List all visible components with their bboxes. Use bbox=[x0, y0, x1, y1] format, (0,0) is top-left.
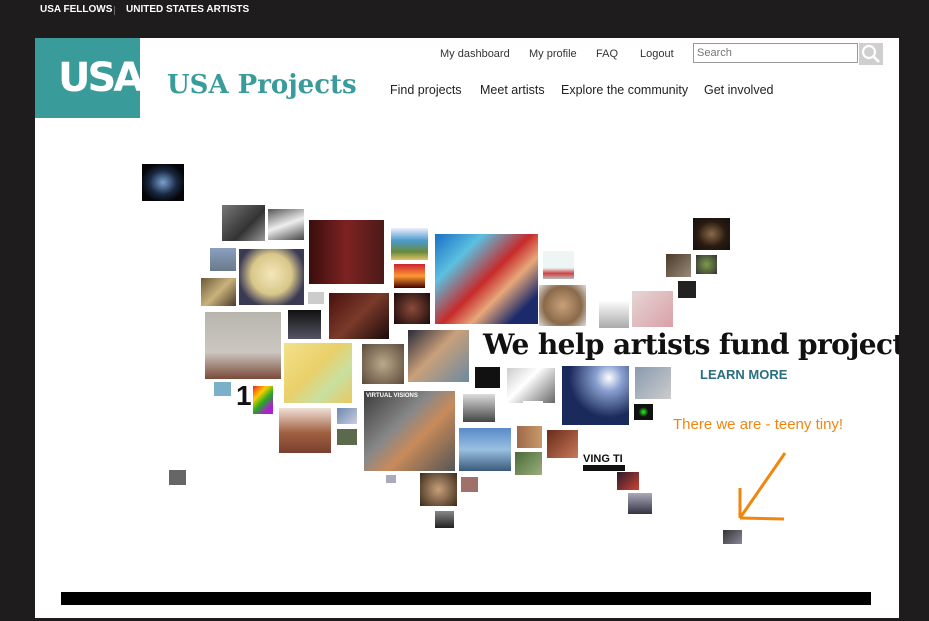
project-thumbnail[interactable] bbox=[142, 164, 184, 201]
project-thumbnail[interactable] bbox=[205, 312, 281, 379]
project-thumbnail[interactable] bbox=[201, 278, 236, 306]
project-thumbnail[interactable] bbox=[337, 429, 357, 445]
project-thumbnail[interactable] bbox=[210, 248, 236, 271]
site-title[interactable]: USA Projects bbox=[167, 70, 357, 100]
project-thumbnail[interactable] bbox=[386, 475, 396, 483]
usa-fellows-link[interactable]: USA FELLOWS bbox=[40, 4, 112, 15]
project-thumbnail[interactable] bbox=[628, 493, 652, 514]
nav-find-projects[interactable]: Find projects bbox=[390, 83, 462, 97]
my-profile-link[interactable]: My profile bbox=[529, 48, 577, 60]
page: USA USA Projects My dashboard My profile… bbox=[35, 38, 899, 618]
project-thumbnail[interactable] bbox=[539, 285, 586, 326]
project-thumbnail[interactable] bbox=[284, 343, 352, 403]
project-thumbnail[interactable]: 1 bbox=[236, 380, 276, 415]
project-thumbnail[interactable] bbox=[435, 511, 454, 528]
project-thumbnail[interactable] bbox=[362, 344, 404, 384]
project-thumbnail[interactable] bbox=[507, 368, 555, 403]
project-thumbnail[interactable] bbox=[515, 452, 542, 475]
inline-label: VING TI bbox=[583, 453, 623, 465]
project-thumbnail[interactable] bbox=[463, 394, 495, 422]
arrow-down-left-icon bbox=[738, 452, 787, 521]
logo-text: USA bbox=[58, 55, 144, 101]
project-thumbnail[interactable] bbox=[394, 293, 430, 324]
search-input[interactable] bbox=[693, 43, 858, 63]
project-thumbnail[interactable] bbox=[723, 530, 742, 544]
nav-get-involved[interactable]: Get involved bbox=[704, 83, 773, 97]
nav-explore-community[interactable]: Explore the community bbox=[561, 83, 688, 97]
logout-link[interactable]: Logout bbox=[640, 48, 674, 60]
project-thumbnail[interactable] bbox=[459, 428, 511, 471]
project-thumbnail[interactable] bbox=[543, 251, 574, 279]
project-thumbnail[interactable] bbox=[666, 254, 691, 277]
learn-more-link[interactable]: LEARN MORE bbox=[700, 367, 787, 382]
project-thumbnail[interactable] bbox=[461, 477, 478, 492]
project-thumbnail[interactable] bbox=[635, 367, 671, 399]
annotation-text: There we are - teeny tiny! bbox=[673, 416, 844, 433]
project-thumbnail[interactable] bbox=[309, 220, 384, 284]
nav-meet-artists[interactable]: Meet artists bbox=[480, 83, 545, 97]
project-thumbnail[interactable] bbox=[391, 228, 428, 260]
project-thumbnail[interactable] bbox=[329, 293, 389, 339]
project-thumbnail[interactable] bbox=[696, 255, 717, 274]
project-thumbnail[interactable] bbox=[394, 264, 425, 288]
project-thumbnail[interactable] bbox=[517, 426, 542, 448]
hero-tagline: We help artists fund projects. bbox=[483, 328, 899, 361]
project-thumbnail[interactable] bbox=[169, 470, 186, 485]
project-thumbnail[interactable] bbox=[288, 310, 321, 339]
project-thumbnail[interactable] bbox=[634, 404, 653, 420]
project-thumbnail[interactable]: VING TI bbox=[583, 453, 625, 471]
project-thumbnail[interactable] bbox=[678, 281, 696, 298]
project-thumbnail[interactable] bbox=[562, 366, 629, 425]
project-thumbnail[interactable] bbox=[420, 473, 457, 506]
top-bar: USA FELLOWS UNITED STATES ARTISTS bbox=[0, 0, 929, 38]
united-states-artists-link[interactable]: UNITED STATES ARTISTS bbox=[126, 4, 249, 15]
project-thumbnail[interactable] bbox=[408, 330, 469, 382]
project-thumbnail[interactable] bbox=[435, 234, 538, 324]
logo[interactable]: USA bbox=[35, 38, 144, 118]
inline-label: 1 bbox=[236, 380, 252, 411]
project-thumbnail[interactable] bbox=[239, 249, 304, 305]
faq-link[interactable]: FAQ bbox=[596, 48, 618, 60]
colored-mosaic bbox=[253, 386, 273, 414]
topbar-divider bbox=[114, 6, 115, 15]
project-thumbnail[interactable] bbox=[693, 218, 730, 250]
project-thumbnail[interactable] bbox=[599, 300, 629, 328]
footer-bar bbox=[61, 592, 871, 605]
project-thumbnail[interactable] bbox=[632, 291, 673, 327]
project-thumbnail[interactable]: VIRTUAL VISIONS bbox=[364, 391, 455, 471]
project-thumbnail[interactable] bbox=[547, 430, 578, 458]
search-button[interactable] bbox=[859, 43, 883, 65]
project-thumbnail[interactable] bbox=[617, 472, 639, 490]
project-thumbnail[interactable] bbox=[268, 209, 304, 240]
project-thumbnail[interactable] bbox=[214, 382, 231, 396]
project-thumbnail[interactable] bbox=[222, 205, 265, 241]
text-strip bbox=[583, 465, 625, 471]
magnifier-icon bbox=[861, 44, 880, 63]
project-thumbnail[interactable] bbox=[279, 408, 331, 453]
project-thumbnail[interactable] bbox=[475, 367, 500, 388]
project-thumbnail[interactable] bbox=[337, 408, 357, 424]
project-thumbnail[interactable] bbox=[308, 292, 324, 304]
inline-label: VIRTUAL VISIONS bbox=[366, 393, 418, 399]
project-thumbnail[interactable] bbox=[523, 401, 543, 419]
my-dashboard-link[interactable]: My dashboard bbox=[440, 48, 510, 60]
